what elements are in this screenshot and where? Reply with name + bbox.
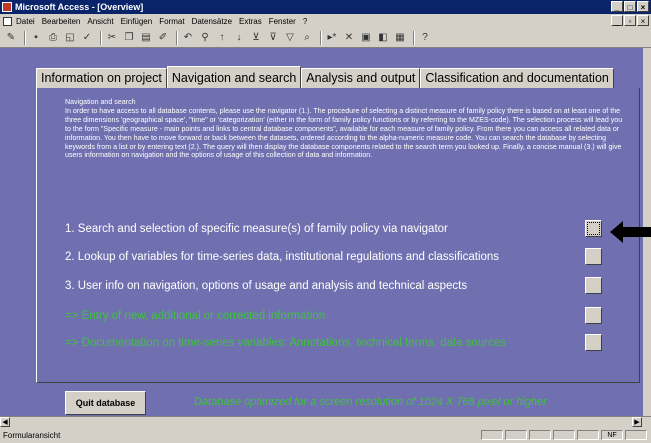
option-entry-button[interactable] (585, 307, 602, 324)
resolution-note: Database optimized for a screen resoluti… (194, 396, 547, 408)
scroll-right-arrow-icon[interactable]: ▶ (632, 417, 642, 427)
doc-close-button[interactable]: × (637, 15, 649, 26)
arrow-pointer-icon (610, 221, 651, 243)
toolbar-separator (413, 30, 415, 45)
status-cell (625, 430, 647, 440)
apply-filter-icon[interactable]: ▽ (283, 31, 297, 45)
undo-icon[interactable]: ↶ (181, 31, 195, 45)
option-lookup-label: 2. Lookup of variables for time-series d… (65, 251, 500, 263)
close-button[interactable]: × (637, 1, 649, 12)
intro-body: In order to have access to all database … (65, 106, 623, 160)
menu-fenster[interactable]: Fenster (269, 17, 296, 26)
status-text: Formularansicht (3, 431, 61, 440)
menu-bar: Datei Bearbeiten Ansicht Einfügen Format… (0, 14, 651, 28)
option-userinfo-label: 3. User info on navigation, options of u… (65, 280, 468, 292)
sort-descending-icon[interactable]: ↓ (232, 31, 246, 45)
option-lookup-button[interactable] (585, 248, 602, 265)
menu-ansicht[interactable]: Ansicht (87, 17, 113, 26)
status-bar: Formularansicht NF (0, 428, 651, 443)
option-navigator-label: 1. Search and selection of specific meas… (65, 223, 448, 235)
doc-minimize-button[interactable]: _ (611, 15, 623, 26)
database-window-icon[interactable]: ◧ (376, 31, 390, 45)
format-painter-icon[interactable]: ✐ (156, 31, 170, 45)
horizontal-scrollbar[interactable]: ◀ ▶ (0, 416, 651, 428)
option-userinfo-button[interactable] (585, 277, 602, 294)
scroll-left-arrow-icon[interactable]: ◀ (0, 417, 10, 427)
sort-ascending-icon[interactable]: ↑ (215, 31, 229, 45)
print-preview-icon[interactable]: ◱ (63, 31, 77, 45)
intro-title: Navigation and search (65, 98, 136, 106)
menu-help[interactable]: ? (303, 17, 307, 26)
form-doc-icon[interactable] (3, 16, 12, 26)
toolbar-separator (100, 30, 102, 45)
intro-text: Navigation and search In order to have a… (65, 98, 630, 160)
menu-extras[interactable]: Extras (239, 17, 262, 26)
menu-datei[interactable]: Datei (16, 17, 35, 26)
toolbar: ✎ ▪ ⎙ ◱ ✓ ✂ ❐ ▤ ✐ ↶ ⚲ ↑ ↓ ⊻ ⊽ ▽ ⌕ ▸* ✕ ▣… (0, 28, 651, 48)
status-cell (505, 430, 527, 440)
minimize-button[interactable]: _ (611, 1, 623, 12)
tab-classification-and-documentation[interactable]: Classification and documentation (420, 68, 614, 88)
status-cell (481, 430, 503, 440)
delete-record-icon[interactable]: ✕ (342, 31, 356, 45)
option-navigator-button[interactable] (585, 220, 602, 237)
tab-navigation-and-search[interactable]: Navigation and search (166, 66, 302, 88)
menu-bearbeiten[interactable]: Bearbeiten (42, 17, 81, 26)
maximize-button[interactable]: □ (624, 1, 636, 12)
find-icon[interactable]: ⌕ (300, 31, 314, 45)
help-icon[interactable]: ? (418, 31, 432, 45)
new-record-icon[interactable]: ▸* (325, 31, 339, 45)
cut-icon[interactable]: ✂ (105, 31, 119, 45)
toolbar-separator (24, 30, 26, 45)
tab-strip: Information on project Navigation and se… (36, 66, 640, 88)
print-icon[interactable]: ⎙ (46, 31, 60, 45)
menu-datensaetze[interactable]: Datensätze (192, 17, 232, 26)
quit-database-button[interactable]: Quit database (65, 391, 146, 415)
toolbar-separator (176, 30, 178, 45)
access-app-icon (2, 2, 12, 12)
menu-einfuegen[interactable]: Einfügen (121, 17, 153, 26)
menu-format[interactable]: Format (159, 17, 184, 26)
filter-form-icon[interactable]: ⊽ (266, 31, 280, 45)
hyperlink-icon[interactable]: ⚲ (198, 31, 212, 45)
option-documentation-button[interactable] (585, 334, 602, 351)
status-cell (577, 430, 599, 440)
spelling-icon[interactable]: ✓ (80, 31, 94, 45)
doc-restore-button[interactable]: ▫ (624, 15, 636, 26)
window-title: Microsoft Access - [Overview] (15, 2, 144, 12)
properties-icon[interactable]: ▣ (359, 31, 373, 45)
status-cell (529, 430, 551, 440)
status-nf-cell: NF (601, 430, 623, 440)
new-object-icon[interactable]: ▦ (393, 31, 407, 45)
toolbar-separator (320, 30, 322, 45)
copy-icon[interactable]: ❐ (122, 31, 136, 45)
status-cell (553, 430, 575, 440)
tab-analysis-and-output[interactable]: Analysis and output (301, 68, 421, 88)
title-bar: Microsoft Access - [Overview] _ □ × (0, 0, 651, 14)
design-view-icon[interactable]: ✎ (4, 31, 18, 45)
save-icon[interactable]: ▪ (29, 31, 43, 45)
paste-icon[interactable]: ▤ (139, 31, 153, 45)
tab-information-on-project[interactable]: Information on project (36, 68, 167, 88)
filter-selection-icon[interactable]: ⊻ (249, 31, 263, 45)
option-documentation-label: => Documentation on time-series variable… (65, 337, 507, 349)
option-entry-label: => Entry of new, additional or corrected… (65, 310, 326, 322)
